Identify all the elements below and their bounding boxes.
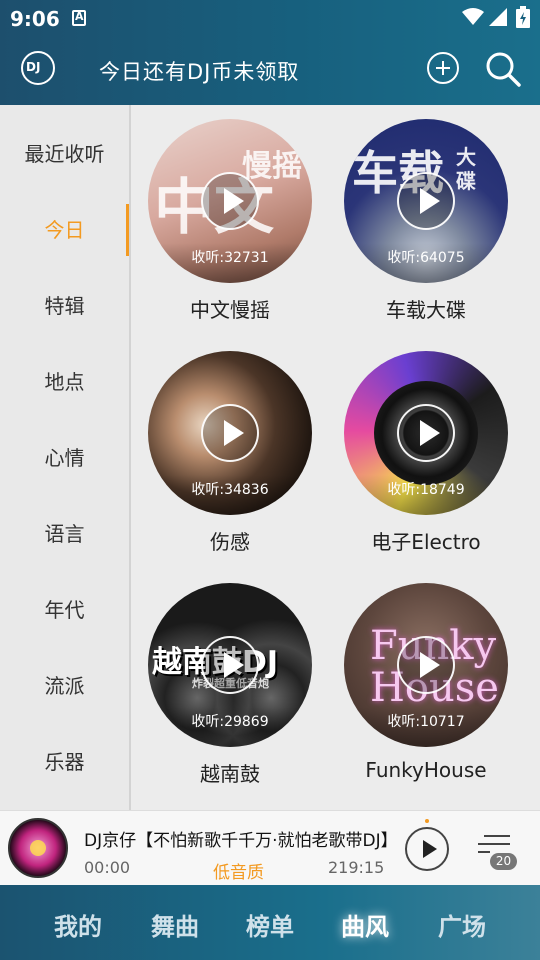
sidebar-item-genre[interactable]: 流派 — [0, 661, 129, 711]
logo-text: DJ — [26, 60, 41, 74]
status-time: 9:06 — [10, 7, 60, 31]
battery-icon — [516, 6, 530, 28]
playlist-cover[interactable]: 越南鼓DJ 炸裂超重低音炮 收听:29869 — [148, 583, 312, 747]
play-icon[interactable] — [397, 172, 455, 230]
playlist-name[interactable]: 中文慢摇 — [145, 294, 315, 323]
playlist-cover[interactable]: Funky House 收听:10717 — [344, 583, 508, 747]
play-icon[interactable] — [201, 172, 259, 230]
status-bar: 9:06 — [0, 0, 540, 36]
listen-count: 收听:34836 — [148, 475, 312, 515]
queue-line — [478, 843, 510, 845]
playlist-cover[interactable]: 中文 慢摇 收听:32731 — [148, 119, 312, 283]
playlist-tile[interactable]: 越南鼓DJ 炸裂超重低音炮 收听:29869 越南鼓 — [145, 569, 315, 795]
playlist-tile[interactable]: 收听:18749 电子Electro — [341, 337, 511, 563]
playlist-name[interactable]: 伤感 — [145, 526, 315, 555]
now-playing-title[interactable]: DJ京仔【不怕新歌千千万·就怕老歌带DJ】 — [84, 826, 390, 851]
listen-count: 收听:18749 — [344, 475, 508, 515]
app-header: 9:06 DJ 今日还有DJ币未领取 — [0, 0, 540, 105]
play-icon[interactable] — [201, 404, 259, 462]
tab-styles[interactable]: 曲风 — [325, 907, 405, 942]
playlist-tile[interactable]: Funky House 收听:10717 FunkyHouse — [341, 569, 511, 795]
playlist-name[interactable]: 电子Electro — [341, 526, 511, 555]
listen-count: 收听:10717 — [344, 707, 508, 747]
dj-logo-icon[interactable]: DJ — [21, 51, 55, 85]
now-playing-cover[interactable] — [8, 818, 68, 878]
search-icon[interactable] — [484, 50, 522, 88]
playlist-name[interactable]: FunkyHouse — [341, 758, 511, 782]
play-icon[interactable] — [201, 636, 259, 694]
sidebar-item-place[interactable]: 地点 — [0, 357, 129, 407]
mini-player[interactable]: DJ京仔【不怕新歌千千万·就怕老歌带DJ】 00:00 低音质 219:15 2… — [0, 810, 540, 885]
wifi-icon — [462, 8, 484, 25]
queue-count-badge: 20 — [490, 853, 517, 870]
tab-charts[interactable]: 榜单 — [230, 907, 310, 942]
playlist-cover[interactable]: 收听:34836 — [148, 351, 312, 515]
sidebar-item-era[interactable]: 年代 — [0, 585, 129, 635]
play-icon[interactable] — [397, 404, 455, 462]
quality-toggle[interactable]: 低音质 — [213, 858, 264, 883]
active-indicator — [126, 204, 129, 256]
category-sidebar: 最近收听 今日 特辑 地点 心情 语言 年代 流派 乐器 — [0, 105, 131, 810]
progress-dot — [425, 819, 429, 823]
tab-mine[interactable]: 我的 — [38, 907, 118, 942]
sidebar-item-language[interactable]: 语言 — [0, 509, 129, 559]
playlist-tile[interactable]: 收听:34836 伤感 — [145, 337, 315, 563]
playlist-tile[interactable]: 车载 大碟 收听:64075 车载大碟 — [341, 105, 511, 331]
page-title[interactable]: 今日还有DJ币未领取 — [99, 56, 299, 86]
signal-icon — [489, 8, 507, 26]
play-button[interactable] — [405, 827, 449, 871]
cover-art-subtext: 慢摇 — [242, 149, 302, 184]
sidebar-item-special[interactable]: 特辑 — [0, 281, 129, 331]
queue-line — [478, 851, 490, 853]
playlist-cover[interactable]: 车载 大碟 收听:64075 — [344, 119, 508, 283]
playlist-cover[interactable]: 收听:18749 — [344, 351, 508, 515]
sidebar-item-mood[interactable]: 心情 — [0, 433, 129, 483]
play-icon[interactable] — [397, 636, 455, 694]
playlist-queue-button[interactable]: 20 — [478, 833, 518, 870]
playlist-tile[interactable]: 中文 慢摇 收听:32731 中文慢摇 — [145, 105, 315, 331]
tab-square[interactable]: 广场 — [422, 907, 502, 942]
listen-count: 收听:29869 — [148, 707, 312, 747]
sidebar-item-instrument[interactable]: 乐器 — [0, 737, 129, 787]
cover-art-subtext: 大碟 — [456, 145, 476, 193]
sidebar-item-recent[interactable]: 最近收听 — [0, 129, 129, 179]
playlist-grid: 中文 慢摇 收听:32731 中文慢摇 车载 大碟 收听:64075 车载大碟 … — [131, 105, 540, 810]
notification-icon — [72, 10, 86, 26]
queue-line — [484, 835, 510, 837]
elapsed-time: 00:00 — [84, 858, 131, 877]
listen-count: 收听:64075 — [344, 243, 508, 283]
total-time: 219:15 — [328, 858, 385, 877]
playlist-name[interactable]: 越南鼓 — [145, 758, 315, 787]
tab-dance[interactable]: 舞曲 — [135, 907, 215, 942]
bottom-tab-bar: 我的 舞曲 榜单 曲风 广场 — [0, 885, 540, 960]
add-button[interactable] — [427, 52, 459, 84]
listen-count: 收听:32731 — [148, 243, 312, 283]
sidebar-item-today[interactable]: 今日 — [0, 205, 129, 255]
playlist-name[interactable]: 车载大碟 — [341, 294, 511, 323]
